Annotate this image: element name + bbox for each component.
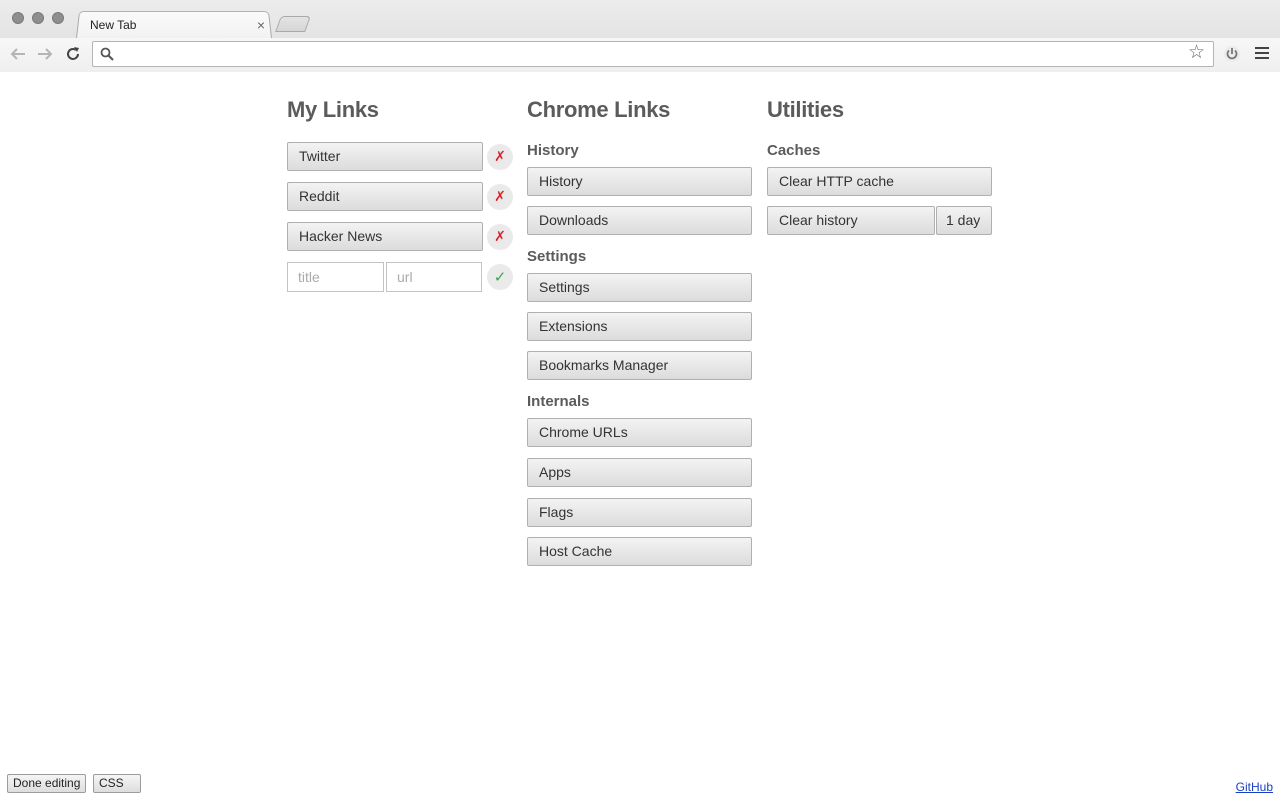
chrome-link-settings[interactable]: Settings xyxy=(527,273,752,302)
menu-bar xyxy=(1255,52,1269,54)
link-row: Twitter ✗ xyxy=(287,142,513,171)
chrome-links-heading: Chrome Links xyxy=(527,97,671,122)
chrome-link-bookmarks-manager[interactable]: Bookmarks Manager xyxy=(527,351,752,380)
chrome-links-column: Chrome Links History History Downloads S… xyxy=(527,96,753,566)
search-icon xyxy=(100,47,114,61)
menu-button[interactable] xyxy=(1255,46,1269,60)
new-tab-button[interactable] xyxy=(275,16,311,32)
my-link-twitter[interactable]: Twitter xyxy=(287,142,483,171)
forward-button[interactable] xyxy=(35,44,55,64)
remove-link-icon[interactable]: ✗ xyxy=(487,143,513,170)
settings-group-title: Settings xyxy=(527,248,587,265)
chrome-link-host-cache[interactable]: Host Cache xyxy=(527,537,752,566)
utilities-heading: Utilities xyxy=(767,97,844,122)
bookmark-star-icon[interactable]: ☆ xyxy=(1188,43,1205,62)
new-link-url-input[interactable] xyxy=(386,262,482,292)
my-link-reddit[interactable]: Reddit xyxy=(287,182,483,211)
my-links-column: My Links Twitter ✗ Reddit ✗ Hacker News … xyxy=(287,96,513,292)
minimize-window-icon[interactable] xyxy=(32,12,44,24)
tab-close-icon[interactable]: × xyxy=(254,18,268,32)
clear-history-row: Clear history 1 day xyxy=(767,206,993,235)
menu-bar xyxy=(1255,57,1269,59)
link-row: Reddit ✗ xyxy=(287,182,513,211)
css-button[interactable]: CSS xyxy=(93,774,141,793)
my-links-heading: My Links xyxy=(287,97,379,122)
caches-title: Caches xyxy=(767,142,821,159)
confirm-add-link-icon[interactable]: ✓ xyxy=(487,264,513,290)
address-input[interactable] xyxy=(119,45,1179,63)
link-row: Hacker News ✗ xyxy=(287,222,513,251)
clear-history-button[interactable]: Clear history xyxy=(767,206,935,235)
remove-link-icon[interactable]: ✗ xyxy=(487,223,513,250)
chrome-link-flags[interactable]: Flags xyxy=(527,498,752,527)
remove-link-icon[interactable]: ✗ xyxy=(487,183,513,210)
forward-arrow-icon xyxy=(38,48,53,60)
reload-icon xyxy=(67,47,79,60)
power-button[interactable] xyxy=(1220,42,1244,66)
done-editing-button[interactable]: Done editing xyxy=(7,774,87,793)
new-link-title-input[interactable] xyxy=(287,262,384,292)
chrome-link-chrome-urls[interactable]: Chrome URLs xyxy=(527,418,752,447)
chrome-link-apps[interactable]: Apps xyxy=(527,458,752,487)
omnibox[interactable] xyxy=(92,41,1214,67)
power-icon xyxy=(1224,46,1240,62)
my-link-hacker-news[interactable]: Hacker News xyxy=(287,222,483,251)
chrome-link-extensions[interactable]: Extensions xyxy=(527,312,752,341)
history-range-select[interactable]: 1 day xyxy=(936,206,992,235)
back-arrow-icon xyxy=(10,48,25,60)
reload-button[interactable] xyxy=(63,44,83,64)
back-button[interactable] xyxy=(8,44,28,64)
github-link[interactable]: GitHub xyxy=(1236,780,1273,794)
window-controls[interactable] xyxy=(12,12,64,24)
clear-http-cache-button[interactable]: Clear HTTP cache xyxy=(767,167,992,196)
history-group-title: History xyxy=(527,142,579,159)
internals-group-title: Internals xyxy=(527,393,590,410)
utilities-column: Utilities Caches Clear HTTP cache Clear … xyxy=(767,96,993,235)
zoom-window-icon[interactable] xyxy=(52,12,64,24)
close-window-icon[interactable] xyxy=(12,12,24,24)
chrome-link-history[interactable]: History xyxy=(527,167,752,196)
new-link-row: ✓ xyxy=(287,262,513,292)
tab-title: New Tab xyxy=(90,18,137,32)
browser-chrome: New Tab × ☆ xyxy=(0,0,1280,72)
chrome-link-downloads[interactable]: Downloads xyxy=(527,206,752,235)
hamburger-menu-icon xyxy=(1255,47,1269,49)
